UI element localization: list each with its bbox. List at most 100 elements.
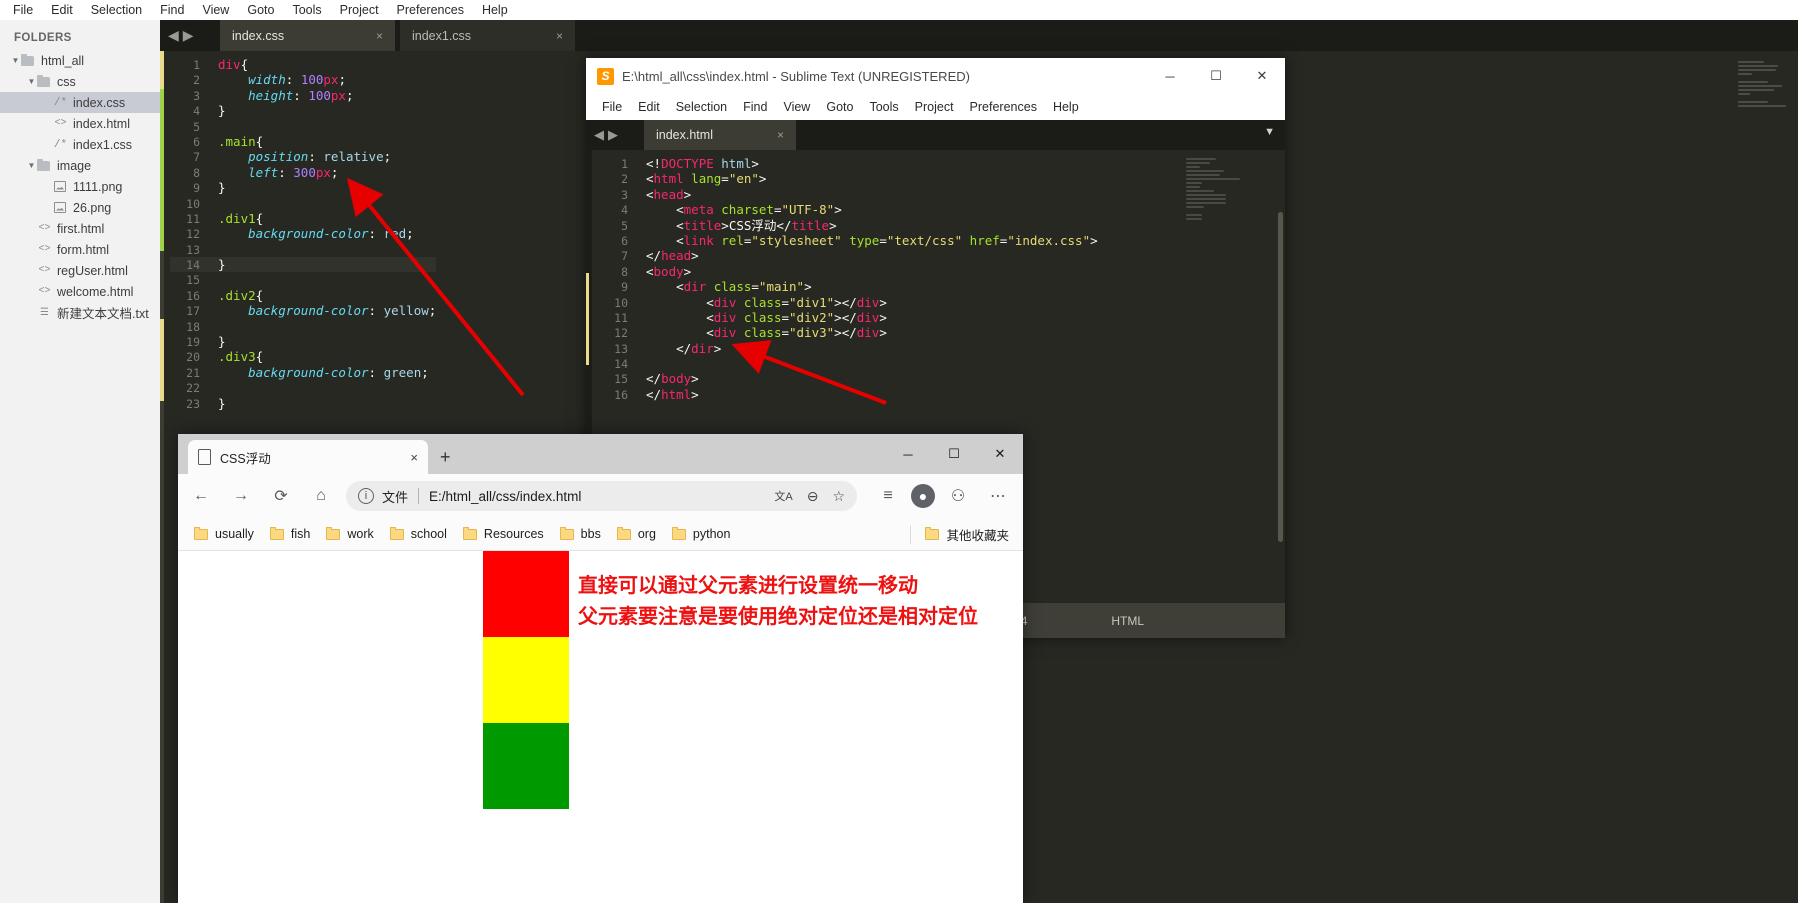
browser-tabstrip[interactable]: CSS浮动 × + ─ ☐ ✕ (178, 434, 1023, 474)
chevron-right-icon[interactable]: ▶ (183, 27, 194, 44)
chevron-left-icon[interactable]: ◀ (594, 127, 604, 143)
tree-item-image[interactable]: ▼ image (0, 155, 160, 176)
code-line-5[interactable]: 5 <title>CSS浮动</title> (598, 218, 1098, 233)
inner-tabbar[interactable]: ◀ ▶ ▼ index.html × (586, 120, 1285, 150)
site-info-icon[interactable]: i (358, 488, 374, 504)
outer-menu-find[interactable]: Find (151, 0, 193, 20)
tree-item-index.css[interactable]: /* index.css (0, 92, 160, 113)
code-line-7[interactable]: 7 position: relative; (170, 149, 436, 164)
outer-menu-preferences[interactable]: Preferences (388, 0, 473, 20)
code-line-22[interactable]: 22 (170, 380, 436, 395)
browser-tab[interactable]: CSS浮动 × (188, 440, 428, 474)
outer-menu-edit[interactable]: Edit (42, 0, 82, 20)
split-screen-icon[interactable]: ⚇ (941, 479, 975, 513)
code-line-23[interactable]: 23} (170, 396, 436, 411)
code-line-12[interactable]: 12 <div class="div3"></div> (598, 325, 1098, 340)
tree-item-regUser.html[interactable]: <> regUser.html (0, 260, 160, 281)
browser-close-button[interactable]: ✕ (977, 434, 1023, 474)
inner-menu-preferences[interactable]: Preferences (962, 94, 1045, 120)
close-button[interactable]: ✕ (1239, 58, 1285, 94)
bookmark-bbs[interactable]: bbs (559, 527, 601, 541)
disclosure-triangle-icon[interactable]: ▼ (26, 161, 37, 170)
address-bar[interactable]: i 文件 E:/html_all/css/index.html 文A ⊖ ☆ (346, 481, 857, 511)
code-line-11[interactable]: 11 .div1{ (170, 211, 436, 226)
tab-close-icon[interactable]: × (410, 450, 418, 465)
code-line-13[interactable]: 13 (170, 242, 436, 257)
inner-menubar[interactable]: File Edit Selection Find View Goto Tools Projec… (586, 94, 1285, 120)
bookmark-school[interactable]: school (389, 527, 447, 541)
outer-menu-selection[interactable]: Selection (82, 0, 151, 20)
bookmark-usually[interactable]: usually (194, 527, 254, 541)
translate-icon[interactable]: 文A (774, 488, 792, 504)
inner-menu-view[interactable]: View (775, 94, 818, 120)
code-line-19[interactable]: 19} (170, 334, 436, 349)
favorite-star-icon[interactable]: ☆ (832, 488, 845, 505)
tree-item-1111.png[interactable]: 1111.png (0, 176, 160, 197)
zoom-out-icon[interactable]: ⊖ (807, 488, 819, 505)
tab-nav-arrows[interactable]: ◀ ▶ (168, 24, 202, 46)
code-line-6[interactable]: 6 <link rel="stylesheet" type="text/css"… (598, 233, 1098, 248)
code-line-17[interactable]: 17 background-color: yellow; (170, 303, 436, 318)
bookmark-other-favorites[interactable]: 其他收藏夹 (910, 524, 1009, 544)
code-line-10[interactable]: 10 (170, 196, 436, 211)
collections-icon[interactable]: ≡ (871, 479, 905, 513)
minimize-button[interactable]: ─ (1147, 58, 1193, 94)
inner-menu-tools[interactable]: Tools (861, 94, 906, 120)
outer-tab-index1css[interactable]: index1.css × (400, 20, 575, 51)
bookmark-fish[interactable]: fish (269, 527, 310, 541)
code-line-8[interactable]: 8 left: 300px; (170, 165, 436, 180)
chevron-right-icon[interactable]: ▶ (608, 127, 618, 143)
outer-menubar[interactable]: File Edit Selection Find View Goto Tools Projec… (0, 0, 1798, 20)
inner-menu-find[interactable]: Find (735, 94, 775, 120)
new-tab-button[interactable]: + (440, 448, 451, 466)
code-line-9[interactable]: 9 <dir class="main"> (598, 279, 1098, 294)
inner-menu-file[interactable]: File (594, 94, 630, 120)
profile-avatar-icon[interactable]: ● (911, 484, 935, 508)
outer-menu-tools[interactable]: Tools (283, 0, 330, 20)
tree-item-26.png[interactable]: 26.png (0, 197, 160, 218)
bookmark-work[interactable]: work (326, 527, 374, 541)
outer-menu-help[interactable]: Help (473, 0, 517, 20)
inner-tab-indexhtml[interactable]: index.html × (644, 120, 796, 150)
tab-close-icon[interactable]: × (350, 29, 383, 43)
url-text[interactable]: E:/html_all/css/index.html (429, 489, 581, 504)
code-line-11[interactable]: 11 <div class="div2"></div> (598, 310, 1098, 325)
code-line-21[interactable]: 21 background-color: green; (170, 365, 436, 380)
back-icon[interactable]: ← (184, 479, 218, 513)
code-line-1[interactable]: 1 div{ (170, 57, 436, 72)
tree-item-index1.css[interactable]: /* index1.css (0, 134, 160, 155)
tree-item-.txt[interactable]: ☰ 新建文本文档.txt (0, 302, 160, 323)
bookmark-resources[interactable]: Resources (462, 527, 544, 541)
code-line-16[interactable]: 16 .div2{ (170, 288, 436, 303)
inner-menu-selection[interactable]: Selection (668, 94, 735, 120)
inner-tab-nav-arrows[interactable]: ◀ ▶ (594, 124, 628, 146)
tree-item-first.html[interactable]: <> first.html (0, 218, 160, 239)
inner-menu-help[interactable]: Help (1045, 94, 1087, 120)
outer-tab-indexcss[interactable]: index.css × (220, 20, 395, 51)
code-line-1[interactable]: 1 <!DOCTYPE html> (598, 156, 1098, 171)
more-options-icon[interactable]: ⋯ (981, 479, 1015, 513)
home-icon[interactable]: ⌂ (304, 479, 338, 513)
code-line-20[interactable]: 20 .div3{ (170, 349, 436, 364)
forward-icon[interactable]: → (224, 479, 258, 513)
reload-icon[interactable]: ⟳ (264, 479, 298, 513)
code-line-3[interactable]: 3 height: 100px; (170, 88, 436, 103)
code-line-13[interactable]: 13 </dir> (598, 341, 1098, 356)
tree-item-css[interactable]: ▼ css (0, 71, 160, 92)
code-line-9[interactable]: 9} (170, 180, 436, 195)
code-line-3[interactable]: 3 <head> (598, 187, 1098, 202)
bookmark-python[interactable]: python (671, 527, 730, 541)
maximize-button[interactable]: ☐ (1193, 58, 1239, 94)
code-line-2[interactable]: 2 width: 100px; (170, 72, 436, 87)
bookmark-org[interactable]: org (616, 527, 656, 541)
outer-menu-project[interactable]: Project (331, 0, 388, 20)
inner-menu-project[interactable]: Project (907, 94, 962, 120)
outer-sidebar[interactable]: FOLDERS ▼ html_all ▼ css /* index.css <> index.… (0, 20, 160, 903)
tree-item-form.html[interactable]: <> form.html (0, 239, 160, 260)
disclosure-triangle-icon[interactable]: ▼ (26, 77, 37, 86)
code-line-4[interactable]: 4} (170, 103, 436, 118)
code-line-10[interactable]: 10 <div class="div1"></div> (598, 295, 1098, 310)
code-line-4[interactable]: 4 <meta charset="UTF-8"> (598, 202, 1098, 217)
tab-close-icon[interactable]: × (530, 29, 563, 43)
outer-code-lines[interactable]: 1 div{2 width: 100px; 3 height: 100px; 4} 5 6… (170, 57, 437, 411)
